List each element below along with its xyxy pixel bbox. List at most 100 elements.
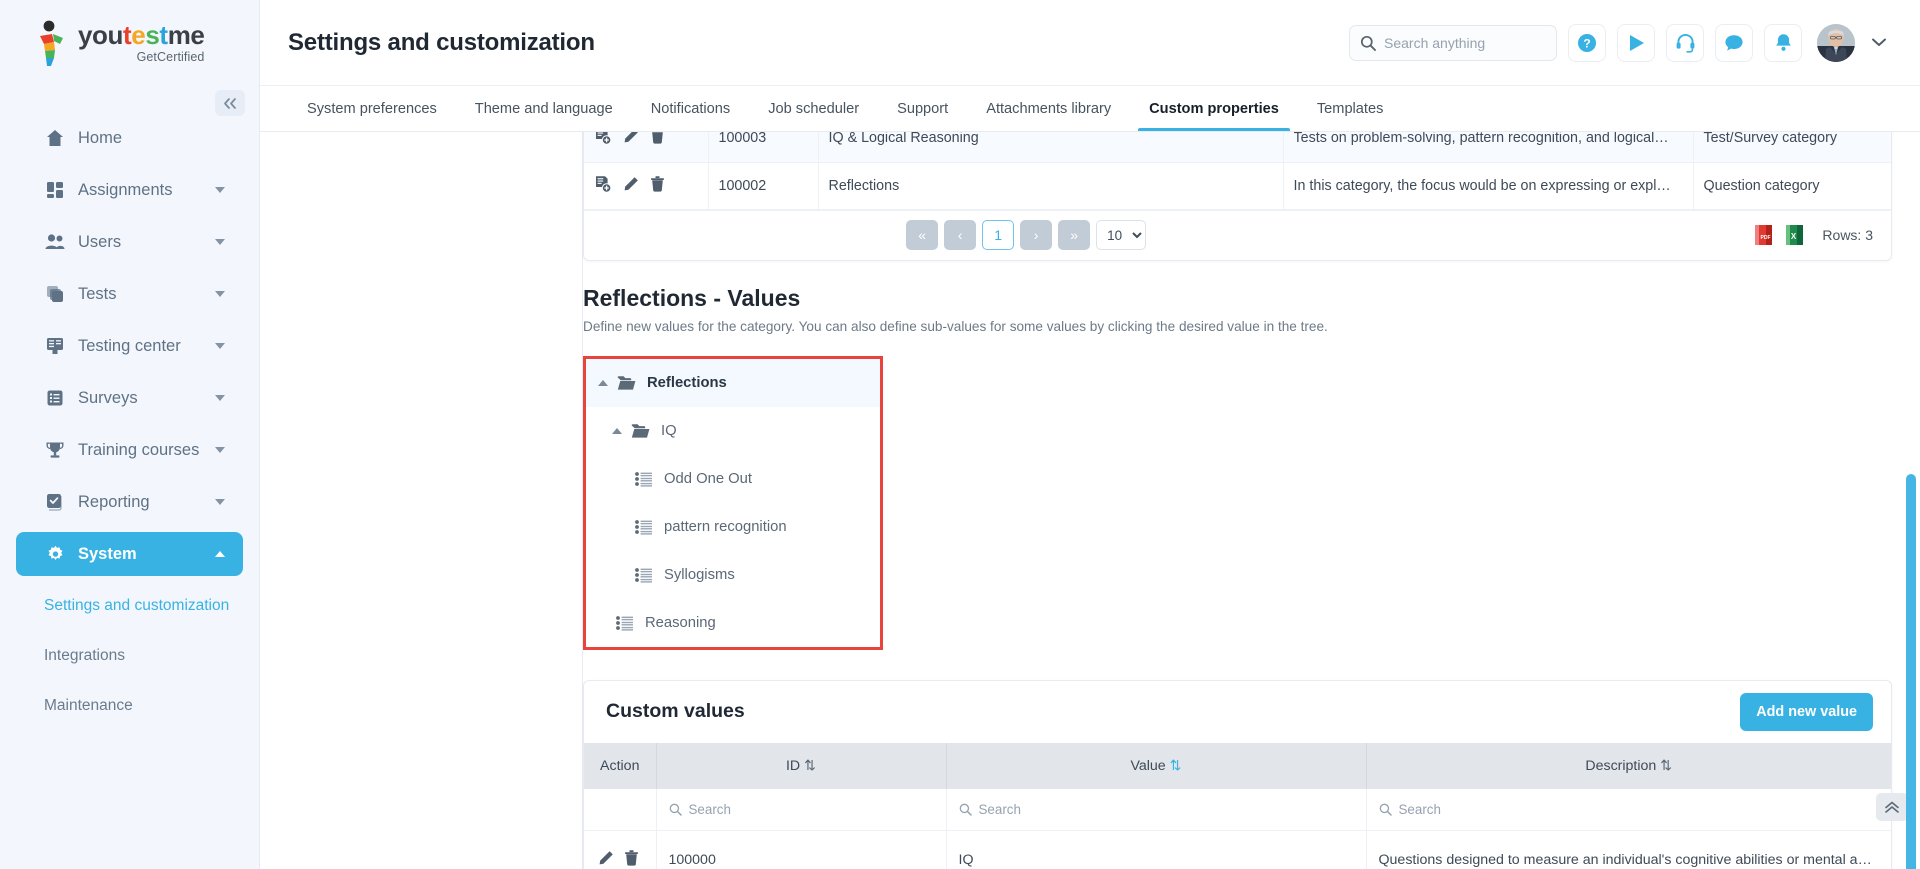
sidebar-item-users[interactable]: Users: [16, 220, 243, 264]
notification-bell-icon[interactable]: [1764, 23, 1802, 62]
cell-type: Question category: [1693, 162, 1891, 210]
sidebar-item-tests[interactable]: Tests: [16, 272, 243, 316]
pagination-prev-button[interactable]: ‹: [944, 220, 977, 250]
sidebar-subitem-maintenance[interactable]: Maintenance: [0, 686, 259, 726]
row-actions: [584, 132, 709, 163]
delete-icon[interactable]: [650, 175, 665, 192]
brand-logo[interactable]: youtestme GetCertified: [0, 0, 259, 86]
table-row[interactable]: 100000 IQ Questions designed to measure …: [584, 830, 1891, 869]
tab-theme-and-language[interactable]: Theme and language: [456, 86, 632, 131]
tab-job-scheduler[interactable]: Job scheduler: [749, 86, 878, 131]
tree-node-iq[interactable]: IQ: [586, 407, 880, 455]
categories-table: 100003 IQ & Logical Reasoning Tests on p…: [584, 132, 1891, 210]
tree-node-pattern-recognition[interactable]: pattern recognition: [586, 503, 880, 551]
sidebar-item-assignments[interactable]: Assignments: [16, 168, 243, 212]
edit-icon[interactable]: [598, 850, 614, 866]
export-excel-icon[interactable]: X: [1785, 223, 1805, 247]
column-description[interactable]: Description ⇅: [1366, 742, 1891, 789]
delete-icon[interactable]: [624, 849, 639, 866]
sort-asc-icon[interactable]: ⇅: [1170, 758, 1182, 774]
assignments-icon: [42, 181, 68, 199]
sidebar-item-training-courses[interactable]: Training courses: [16, 428, 243, 472]
chevron-down-icon: [215, 395, 225, 401]
users-icon: [42, 233, 68, 251]
pagination-page-1[interactable]: 1: [982, 220, 1015, 250]
chevron-down-icon: [215, 343, 225, 349]
column-id[interactable]: ID ⇅: [656, 742, 947, 789]
table-row[interactable]: 100003 IQ & Logical Reasoning Tests on p…: [584, 132, 1891, 163]
sidebar-item-home[interactable]: Home: [16, 116, 243, 160]
table-row[interactable]: 100002 Reflections In this category, the…: [584, 162, 1891, 210]
tab-system-preferences[interactable]: System preferences: [288, 86, 456, 131]
search-icon: [959, 803, 972, 816]
tree-node-reflections[interactable]: Reflections: [586, 358, 880, 407]
tree-node-odd-one-out[interactable]: Odd One Out: [586, 455, 880, 503]
chat-icon[interactable]: [1715, 23, 1753, 62]
tab-attachments-library[interactable]: Attachments library: [967, 86, 1130, 131]
top-bar: Settings and customization ?: [260, 0, 1920, 86]
pagination-last-button[interactable]: »: [1058, 220, 1091, 250]
sidebar-subitem-integrations[interactable]: Integrations: [0, 636, 259, 676]
cell-id: 100000: [656, 830, 947, 869]
tab-label: Attachments library: [986, 100, 1112, 117]
search-cell-value[interactable]: Search: [946, 788, 1367, 831]
svg-text:X: X: [1791, 232, 1797, 241]
search-icon: [669, 803, 682, 816]
custom-values-card: Custom values Add new value Action ID ⇅ …: [583, 679, 1892, 869]
sidebar-item-reporting[interactable]: Reporting: [16, 480, 243, 524]
chevron-up-icon[interactable]: [598, 379, 608, 386]
delete-icon[interactable]: [650, 132, 665, 144]
tree-node-syllogisms[interactable]: Syllogisms: [586, 551, 880, 599]
tab-label: Templates: [1316, 100, 1384, 117]
section-title: Reflections - Values: [583, 284, 801, 311]
help-icon[interactable]: ?: [1568, 23, 1606, 62]
chevron-down-icon[interactable]: [1872, 38, 1886, 47]
pagination-first-button[interactable]: «: [906, 220, 939, 250]
tab-templates[interactable]: Templates: [1298, 86, 1403, 131]
export-pdf-icon[interactable]: PDF: [1754, 223, 1774, 247]
folder-open-icon: [631, 423, 650, 439]
edit-icon[interactable]: [623, 132, 639, 144]
chevron-up-icon: [215, 551, 225, 557]
page-size-select[interactable]: 10: [1096, 220, 1147, 250]
search-cell-id[interactable]: Search: [656, 788, 947, 831]
sidebar-item-surveys[interactable]: Surveys: [16, 376, 243, 420]
search-input[interactable]: [1384, 34, 1546, 51]
sidebar-collapse-button[interactable]: [215, 90, 245, 116]
tab-custom-properties[interactable]: Custom properties: [1130, 86, 1298, 131]
tab-support[interactable]: Support: [878, 86, 967, 131]
chevron-up-icon[interactable]: [612, 427, 622, 434]
row-actions: [584, 162, 709, 210]
search-cell-action: [584, 788, 657, 831]
tab-notifications[interactable]: Notifications: [632, 86, 750, 131]
trophy-icon: [42, 441, 68, 459]
play-icon[interactable]: [1617, 23, 1655, 62]
sort-icon[interactable]: ⇅: [1660, 758, 1672, 774]
search-placeholder: Search: [1398, 801, 1441, 817]
global-search[interactable]: [1349, 24, 1557, 61]
brand-text: youtestme GetCertified: [78, 22, 205, 64]
add-value-icon[interactable]: [594, 175, 612, 193]
back-to-top-button[interactable]: [1876, 793, 1908, 821]
column-value[interactable]: Value ⇅: [946, 742, 1367, 789]
tree-node-reasoning[interactable]: Reasoning: [586, 599, 880, 647]
add-new-value-button[interactable]: Add new value: [1740, 692, 1873, 731]
tab-label: Job scheduler: [768, 100, 860, 117]
edit-icon[interactable]: [623, 176, 639, 192]
sort-icon[interactable]: ⇅: [804, 758, 816, 774]
add-value-icon[interactable]: [594, 132, 612, 146]
page-scrollbar-thumb[interactable]: [1906, 474, 1916, 869]
tab-label: Theme and language: [474, 100, 613, 117]
pagination-next-button[interactable]: ›: [1020, 220, 1053, 250]
sidebar-item-label: Reporting: [78, 492, 150, 511]
column-action[interactable]: Action: [584, 742, 657, 789]
support-headset-icon[interactable]: [1666, 23, 1704, 62]
content-right-panel: 100003 IQ & Logical Reasoning Tests on p…: [583, 132, 1920, 869]
sidebar-item-system[interactable]: System: [16, 532, 243, 576]
sidebar-item-testing-center[interactable]: Testing center: [16, 324, 243, 368]
page-scrollbar-track[interactable]: [1906, 264, 1916, 869]
avatar[interactable]: [1817, 23, 1855, 62]
sidebar-subitem-settings-and-customization[interactable]: Settings and customization: [0, 586, 259, 626]
gear-icon: [42, 545, 68, 564]
search-cell-description[interactable]: Search: [1366, 788, 1891, 831]
